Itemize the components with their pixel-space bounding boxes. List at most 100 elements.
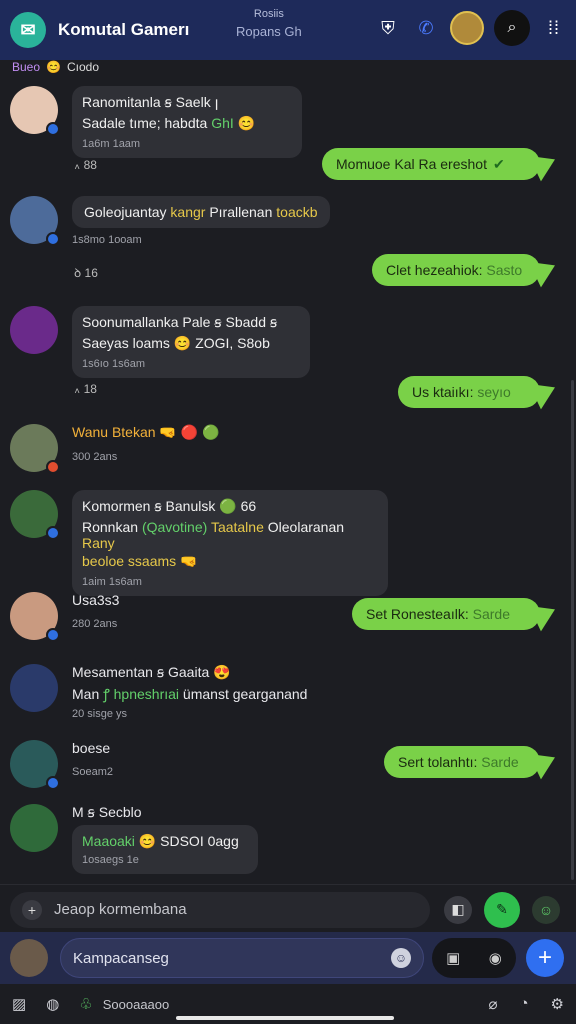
reaction-count[interactable]: ꘍ 18 <box>74 382 97 397</box>
sender-name: Mesamentan ꞩ Gaaita <box>72 664 210 680</box>
message-time: Sasto <box>486 262 523 278</box>
message-bubble[interactable]: Komormen ꞩ Banulsk 🟢 66 Ronnkan (Qavotin… <box>72 490 388 596</box>
message-incoming: Usa3s3 280 2ans <box>10 592 119 642</box>
message-outgoing[interactable]: Sert tolanhtı: Sarde <box>384 744 561 780</box>
message-time: Sarde <box>472 606 510 622</box>
message-time: 1s6ıo 1s6am <box>82 358 145 370</box>
message-text-2: SDSOI 0agg <box>160 833 239 849</box>
pinned-strip: Bueo 😊 Cıodo <box>0 58 576 76</box>
settings-icon[interactable]: ⚙ <box>551 995 564 1013</box>
avatar[interactable] <box>10 592 60 642</box>
message-text: Maaoaki <box>82 833 135 849</box>
message-bubble[interactable]: Ranomitanla ꞩ Saelk ꞁ Sadale tıme; habdt… <box>72 86 302 158</box>
header-sub1: Rosiis <box>253 8 284 20</box>
message-incoming: Soonumallanka Pale ꞩ Sbadd ꞩ Saeyas loam… <box>10 306 310 378</box>
send-button[interactable]: + <box>526 939 564 977</box>
message-outgoing[interactable]: Momuoe Kal Ra ereshot ✔ <box>322 146 561 182</box>
compose-bar: + Jeaop kormembana ◧ ✎ ☺ <box>0 884 576 934</box>
phone-icon[interactable]: ✆ <box>412 14 440 42</box>
more-icon[interactable]: ⁞⁞ <box>540 14 568 42</box>
message-text: Ronnkan <box>82 519 139 535</box>
message-outgoing[interactable]: Clet hezeahiok: Sasto <box>372 252 561 288</box>
scrollbar[interactable] <box>571 380 574 880</box>
avatar[interactable] <box>10 804 58 852</box>
home-indicator <box>176 1016 394 1020</box>
message-incoming: Wanu Btekan 🤜 🔴 🟢 300 2ans <box>10 424 220 474</box>
message-text: Momuoe Kal Ra ereshot <box>336 156 487 172</box>
gif-icon[interactable]: ◍ <box>46 995 59 1013</box>
verified-icon <box>46 526 60 540</box>
message-text-2: ümanst gearganand <box>182 686 308 702</box>
message-time: 20 sisge ys <box>72 708 128 720</box>
message-group: Goleojuantay kangr Pırallenan toackb 1s8… <box>72 196 330 246</box>
sticker-pack-icon[interactable]: ♧ <box>79 995 92 1013</box>
attach-icon[interactable]: ⌀ <box>488 995 497 1013</box>
message-outgoing[interactable]: Us ktaiıkı: seyıo <box>398 374 561 410</box>
message-bubble[interactable]: Maaoaki 😊 SDSOI 0agg 1osaegs 1e <box>72 825 258 874</box>
message-plain[interactable]: boese Soeam2 <box>72 740 113 788</box>
avatar[interactable] <box>10 306 58 354</box>
message-bubble[interactable]: Soonumallanka Pale ꞩ Sbadd ꞩ Saeyas loam… <box>72 306 310 378</box>
camera-icon[interactable]: ◉ <box>489 949 502 967</box>
avatar[interactable] <box>10 424 60 474</box>
message-incoming: Mesamentan ꞩ Gaaita 😍 Man ꝭ hpneshrıai ü… <box>10 664 307 720</box>
message-highlight: kangr <box>170 204 206 220</box>
voice-icon[interactable]: ◔ <box>519 995 528 1013</box>
message-plain[interactable]: Mesamentan ꞩ Gaaita 😍 Man ꝭ hpneshrıai ü… <box>72 664 307 720</box>
message-time: Sarde <box>481 754 519 770</box>
mic-icon[interactable]: ✎ <box>484 891 520 928</box>
message-text-3: beoloe ssaams <box>82 553 177 569</box>
media-pill: ▣ ◉ <box>432 938 516 978</box>
message-bubble[interactable]: Goleojuantay kangr Pırallenan toackb <box>72 196 330 228</box>
message-text: Man <box>72 686 100 702</box>
reaction-count[interactable]: ꘍ 88 <box>74 158 97 173</box>
verified-icon <box>46 628 60 642</box>
reply-input-placeholder: Kampacanseg <box>73 949 169 967</box>
message-incoming: Komormen ꞩ Banulsk 🟢 66 Ronnkan (Qavotin… <box>10 490 388 596</box>
image-icon[interactable]: ▣ <box>446 949 460 967</box>
emoji-icon[interactable]: ☺ <box>532 895 560 924</box>
message-input-placeholder: Jeaop kormembana <box>54 901 187 918</box>
message-plain[interactable]: Wanu Btekan 🤜 🔴 🟢 300 2ans <box>72 424 220 472</box>
search-icon[interactable]: ⌕ <box>494 10 530 46</box>
add-icon[interactable]: + <box>22 899 42 920</box>
avatar[interactable] <box>10 664 58 712</box>
message-time: 1osaegs 1e <box>82 854 139 866</box>
message-time: 300 2ans <box>72 451 118 463</box>
message-group: M ꞩ Secblo Maaoaki 😊 SDSOI 0agg 1osaegs … <box>72 804 258 874</box>
message-incoming: Ranomitanla ꞩ Saelk ꞁ Sadale tıme; habdt… <box>10 86 302 158</box>
avatar[interactable] <box>10 740 60 790</box>
message-text: Sert tolanhtı: <box>398 754 478 770</box>
message-text: Clet hezeahiok: <box>386 262 483 278</box>
gallery-icon[interactable]: ▨ <box>12 995 26 1013</box>
header-actions: ⛨ ✆ ⌕ ⁞⁞ <box>374 10 568 46</box>
message-time: Soeam2 <box>72 766 113 778</box>
message-time: 280 2ans <box>72 618 118 630</box>
message-text: Saeyas loams <box>82 335 170 351</box>
group-avatar[interactable] <box>450 11 484 45</box>
message-plain[interactable]: Usa3s3 280 2ans <box>72 592 119 640</box>
emoji-icon[interactable]: ☺ <box>391 948 411 968</box>
message-highlight-2: toackb <box>276 204 318 220</box>
avatar[interactable] <box>10 86 60 136</box>
message-outgoing[interactable]: Set Ronesteaılk: Sarde <box>352 596 561 632</box>
chat-app: ✉ Komutal Gamerı Rosiis Ropans Gh ⛨ ✆ ⌕ … <box>0 0 576 1024</box>
message-time: seyıo <box>477 384 511 400</box>
message-text: Goleojuantay <box>84 204 167 220</box>
avatar[interactable] <box>10 196 60 246</box>
reply-input[interactable]: Kampacanseg ☺ <box>60 938 424 978</box>
my-avatar[interactable] <box>10 939 48 977</box>
message-text-2: Oleolaranan <box>267 519 345 535</box>
message-incoming: Goleojuantay kangr Pırallenan toackb 1s8… <box>10 196 330 246</box>
message-text-2: ZOGI, S8ob <box>195 335 270 351</box>
sender-name: Usa3s3 <box>72 592 120 608</box>
message-text: Us ktaiıkı: <box>412 384 474 400</box>
reply-bar: Kampacanseg ☺ ▣ ◉ + <box>0 932 576 984</box>
message-input[interactable]: + Jeaop kormembana <box>10 891 430 928</box>
reaction-count[interactable]: ꝺ 16 <box>74 264 98 281</box>
avatar[interactable] <box>10 490 60 540</box>
shield-icon[interactable]: ⛨ <box>374 14 402 42</box>
sticker-icon[interactable]: ◧ <box>444 895 472 924</box>
chat-logo-icon[interactable]: ✉ <box>10 12 46 48</box>
status-icon <box>46 460 60 474</box>
